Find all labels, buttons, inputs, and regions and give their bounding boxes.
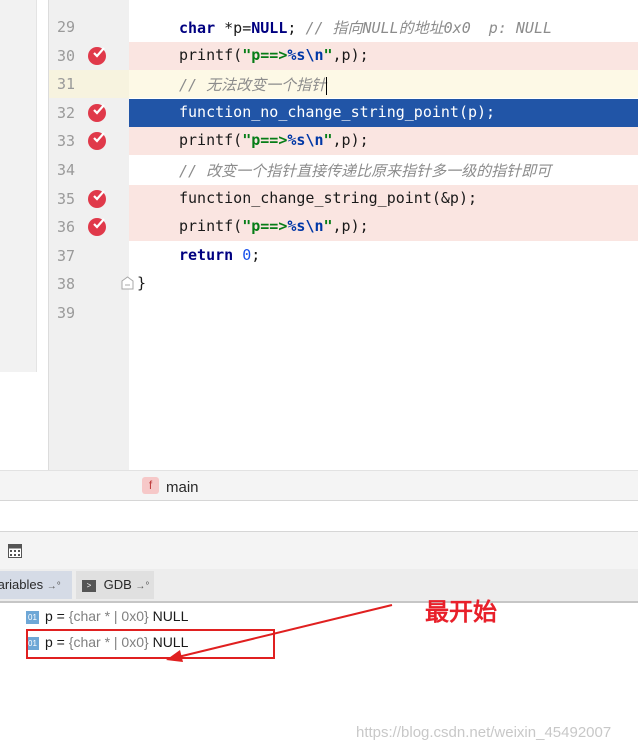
code-token: %s [287,45,306,64]
code-line[interactable]: printf("p==>%s\n",p); [129,127,638,156]
breakpoint-icon[interactable] [87,216,107,237]
code-editor[interactable]: char *p=NULL; // 指向NULL的地址0x0 p: NULL pri… [129,0,638,470]
code-token: ,p); [332,217,369,236]
code-token: return [179,245,234,264]
line-number: 30 [56,46,75,65]
editor-gutter[interactable]: 29 30 31 32 33 34 35 36 37 38 39 [48,0,130,470]
tab-variables[interactable]: /ariables →° [0,571,72,599]
annotation-label: 最开始 [425,598,497,626]
code-text: char *p=NULL; // 指向NULL的地址0x0 p: NULL [179,17,552,38]
left-panel-blank [0,372,48,472]
code-line[interactable]: char *p=NULL; // 指向NULL的地址0x0 p: NULL [129,13,638,41]
line-number: 39 [56,304,75,322]
code-token: \n [305,45,324,64]
code-token: "p==> [242,45,288,64]
watermark: https://blog.csdn.net/weixin_45492007 [356,724,612,741]
line-number: 35 [56,189,75,208]
code-token: // 指向NULL的地址0x0 p: NULL [305,19,553,37]
variable-value: NULL [152,608,189,624]
console-icon: > [82,579,96,592]
code-token: function_no_change_string_point(p); [179,102,496,121]
panel-separator [0,500,638,532]
line-number: 32 [56,103,75,122]
function-icon: f [142,477,159,494]
code-text: return 0; [179,246,260,264]
code-token: " [323,45,333,64]
code-token: "p==> [242,217,288,236]
breakpoint-icon[interactable] [87,102,107,122]
debug-tabs: /ariables →° > GDB →° [0,569,638,603]
code-line[interactable]: function_change_string_point(&p); [129,184,638,213]
breakpoint-icon[interactable] [87,130,107,151]
code-token: printf( [179,131,243,150]
code-line[interactable]: return 0; [129,242,638,270]
breadcrumb-bar: f main [0,470,638,501]
code-token: %s [287,217,306,236]
code-token: // 无法改变一个指针 [179,76,327,95]
code-token: ,p); [332,45,369,64]
breakpoint-icon[interactable] [87,45,107,65]
evaluate-expression-icon[interactable] [8,544,22,558]
code-token: ; [287,19,306,37]
code-token: \n [305,217,324,236]
code-token: \n [305,131,324,150]
left-tool-strip [0,0,48,500]
pin-icon[interactable]: →° [135,581,149,592]
code-token: printf( [179,45,243,64]
code-text: printf("p==>%s\n",p); [179,46,369,64]
code-token: " [323,131,333,150]
tab-variables-label: /ariables [0,577,44,592]
breadcrumb-function[interactable]: main [166,479,199,496]
text-caret [326,76,328,95]
debug-toolbar [0,531,638,570]
code-token: } [137,274,147,293]
code-text: function_change_string_point(&p); [179,189,477,207]
code-token: 0 [242,245,252,264]
variable-type: {char * | 0x0} [68,608,149,624]
code-token: *p= [215,19,252,37]
code-token: printf( [179,217,243,236]
fold-marker-icon[interactable] [121,276,134,290]
tab-gdb[interactable]: > GDB →° [76,571,154,599]
code-text: // 无法改变一个指针 [179,74,328,95]
code-text: } [137,274,146,292]
line-number: 29 [56,18,75,36]
pin-icon[interactable]: →° [47,581,61,592]
code-token: "p==> [242,131,288,150]
code-line[interactable]: // 改变一个指针直接传递比原来指针多一级的指针即可 [129,156,638,184]
code-line[interactable]: // 无法改变一个指针 [129,70,638,99]
code-line[interactable]: printf("p==>%s\n",p); [129,213,638,242]
code-token: // 改变一个指针直接传递比原来指针多一级的指针即可 [179,162,552,180]
breakpoint-icon[interactable] [87,188,107,208]
line-number: 33 [56,132,75,151]
code-line[interactable]: function_no_change_string_point(p); [129,98,638,127]
code-token: %s [287,131,306,150]
variable-icon: 01 [26,610,39,624]
line-number: 38 [56,275,75,294]
tab-gdb-label: GDB [103,577,132,592]
code-text: printf("p==>%s\n",p); [179,217,369,235]
code-text: printf("p==>%s\n",p); [179,131,369,149]
code-token: function_change_string_point(&p); [179,188,478,207]
code-token: char [179,19,216,37]
annotation-highlight-box [26,629,275,659]
line-number: 36 [56,218,75,237]
line-number: 34 [56,161,75,179]
code-token: ,p); [332,131,369,150]
code-token: ; [251,245,261,264]
variable-name: p [45,608,53,624]
tool-window-bar [0,0,37,372]
line-number: 37 [56,246,75,265]
code-token: " [323,217,333,236]
code-line[interactable]: } [129,270,638,298]
code-text: function_no_change_string_point(p); [179,103,495,121]
variable-row[interactable]: 01 p = {char * | 0x0} NULL [26,605,188,627]
code-text: // 改变一个指针直接传递比原来指针多一级的指针即可 [179,160,551,181]
code-line[interactable]: printf("p==>%s\n",p); [129,41,638,70]
code-token: NULL [251,19,288,37]
line-number: 31 [56,75,75,94]
code-line[interactable] [129,299,638,327]
